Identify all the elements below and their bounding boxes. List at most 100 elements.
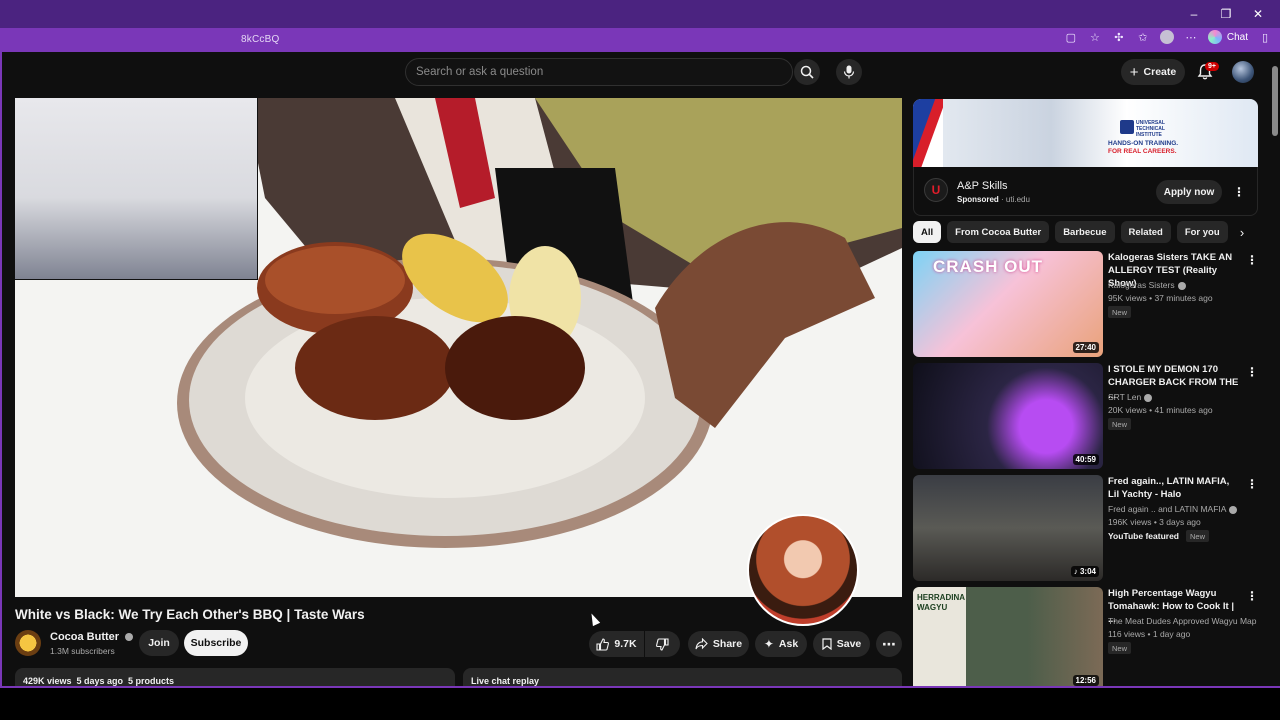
verified-icon (125, 633, 134, 642)
restore-button[interactable]: ❐ (1210, 4, 1242, 24)
ad-sponsored-line: Sponsored · uti.edu (957, 195, 1030, 204)
more-vertical-icon[interactable]: ⋮ (1246, 477, 1258, 491)
minimize-button[interactable]: – (1178, 4, 1210, 24)
chip-for-you[interactable]: For you (1176, 221, 1228, 243)
voice-search-button[interactable] (836, 59, 862, 85)
video-thumbnail[interactable]: ♪ 3:04 (913, 475, 1103, 581)
subscribe-button[interactable]: Subscribe (184, 630, 248, 656)
ad-banner-line1-text: HANDS-ON TRAINING. (1108, 140, 1179, 147)
ad-more-icon[interactable]: ⋮ (1233, 185, 1245, 199)
channel-link[interactable]: Kalogeras Sisters (1108, 280, 1186, 290)
filter-chips: All From Cocoa Butter Barbecue Related F… (913, 221, 1228, 243)
list-item[interactable]: CRASH OUT 27:40 Kalogeras Sisters TAKE A… (913, 251, 1258, 357)
ad-banner-stripe (913, 99, 943, 167)
address-bar[interactable]: 8kCcBQ ▢ ☆ ✣ ✩ ⋯ Chat ▯ (0, 28, 1280, 52)
subscribe-label: Subscribe (190, 637, 242, 649)
chip-from-channel[interactable]: From Cocoa Butter (947, 221, 1050, 243)
video-thumbnail[interactable]: CRASH OUT 27:40 (913, 251, 1103, 357)
channel-avatar[interactable] (15, 630, 41, 656)
search-button[interactable] (794, 59, 820, 85)
new-badge: New (1186, 530, 1210, 542)
ad-banner-line2-text: FOR REAL CAREERS. (1108, 148, 1177, 155)
dislike-button[interactable] (645, 631, 680, 657)
video-thumbnail[interactable]: 40:59 (913, 363, 1103, 469)
duration-badge: 40:59 (1072, 454, 1099, 465)
video-thumbnail[interactable]: HERRADINA WAGYU 12:56 (913, 587, 1103, 686)
sidebar-toggle-icon[interactable]: ▯ (1258, 30, 1272, 44)
ad-title[interactable]: A&P Skills (957, 180, 1008, 192)
more-vertical-icon[interactable]: ⋮ (1246, 589, 1258, 603)
channel-link-text: Fred again .. and LATIN MAFIA (1108, 504, 1227, 514)
thumbnail-caption: CRASH OUT (933, 257, 1044, 276)
search-input[interactable]: Search or ask a question (405, 58, 793, 86)
list-item[interactable]: 40:59 I STOLE MY DEMON 170 CHARGER BACK … (913, 363, 1258, 469)
copilot-icon (1207, 30, 1222, 44)
channel-name-text: Cocoa Butter (50, 631, 120, 643)
video-title-link[interactable]: Fred again.., LATIN MAFIA, Lil Yachty - … (1108, 475, 1240, 501)
more-actions-button[interactable]: ⋯ (876, 631, 902, 657)
channel-name[interactable]: Cocoa Butter (50, 631, 134, 643)
chat-button[interactable]: Chat (1207, 30, 1248, 44)
ad-banner-line2: FOR REAL CAREERS. (1108, 148, 1177, 156)
save-label: Save (836, 638, 862, 650)
duration-badge: 12:56 (1072, 675, 1099, 686)
chip-related[interactable]: Related (1120, 221, 1171, 243)
duration-text: 3:04 (1079, 567, 1096, 576)
share-button[interactable]: Share (688, 631, 749, 657)
ad-banner-image[interactable] (913, 99, 1258, 167)
favorite-star-icon[interactable]: ☆ (1088, 30, 1102, 44)
guest-pip-overlay (747, 514, 859, 626)
video-title: White vs Black: We Try Each Other's BBQ … (15, 607, 365, 622)
account-avatar[interactable] (1232, 61, 1254, 83)
list-item[interactable]: ♪ 3:04 Fred again.., LATIN MAFIA, Lil Ya… (913, 475, 1258, 581)
create-label: Create (1143, 66, 1177, 78)
view-meta: 116 views • 1 day ago (1108, 629, 1191, 639)
view-meta: 196K views • 3 days ago (1108, 517, 1201, 527)
save-button[interactable]: Save (813, 631, 870, 657)
create-button[interactable]: + Create (1121, 59, 1185, 85)
page-scrollbar[interactable] (1270, 52, 1280, 686)
share-label: Share (712, 638, 743, 650)
more-vertical-icon[interactable]: ⋮ (1246, 365, 1258, 379)
url-text[interactable]: 8kCcBQ (241, 34, 279, 45)
sparkle-icon: ✦ (763, 637, 774, 651)
chip-all[interactable]: All (913, 221, 942, 243)
favorites-icon[interactable]: ✩ (1136, 30, 1150, 44)
chat-label: Chat (1226, 31, 1248, 43)
close-window-button[interactable]: ✕ (1242, 4, 1274, 24)
more-horizontal-icon: ⋯ (882, 635, 896, 652)
ask-button[interactable]: ✦ Ask (755, 631, 807, 657)
join-button[interactable]: Join (139, 630, 179, 656)
apply-now-label: Apply now (1163, 186, 1215, 198)
more-vertical-icon[interactable]: ⋮ (1246, 253, 1258, 267)
more-menu-icon[interactable]: ⋯ (1184, 30, 1198, 44)
view-meta: 20K views • 41 minutes ago (1108, 405, 1213, 415)
new-badge: New (1108, 306, 1132, 318)
browser-titlebar: – ❐ ✕ (0, 0, 1280, 28)
sponsored-label: Sponsored (957, 195, 999, 204)
split-screen-icon[interactable]: ▢ (1064, 30, 1078, 44)
ask-label: Ask (778, 638, 799, 650)
channel-link-text: The Meat Dudes Approved Wagyu Map (1108, 616, 1257, 626)
like-button[interactable]: 9.7K (589, 631, 644, 657)
channel-link[interactable]: The Meat Dudes Approved Wagyu Map (1108, 616, 1257, 626)
webcam-overlay (15, 98, 258, 280)
chevron-right-icon[interactable]: › (1234, 224, 1250, 240)
search-placeholder: Search or ask a question (416, 66, 544, 78)
chip-barbecue[interactable]: Barbecue (1055, 221, 1115, 243)
apply-now-button[interactable]: Apply now (1156, 180, 1222, 204)
plus-icon: + (1129, 63, 1139, 81)
view-meta: 95K views • 37 minutes ago (1108, 293, 1213, 303)
scrollbar-thumb[interactable] (1272, 66, 1278, 136)
duration-badge: ♪ 3:04 (1070, 566, 1099, 577)
channel-link[interactable]: Fred again .. and LATIN MAFIA (1108, 504, 1238, 514)
advertiser-logo-icon[interactable]: U (924, 178, 948, 202)
profile-avatar-icon[interactable] (1159, 30, 1174, 44)
extensions-icon[interactable]: ✣ (1112, 30, 1126, 44)
list-item[interactable]: HERRADINA WAGYU 12:56 High Percentage Wa… (913, 587, 1258, 686)
youtube-page: Search or ask a question + Create 9+ Whi… (0, 52, 1280, 688)
channel-link[interactable]: SRT Len (1108, 392, 1153, 402)
video-player[interactable] (15, 98, 902, 597)
search-icon (800, 65, 814, 79)
thumbs-down-icon (656, 637, 669, 651)
